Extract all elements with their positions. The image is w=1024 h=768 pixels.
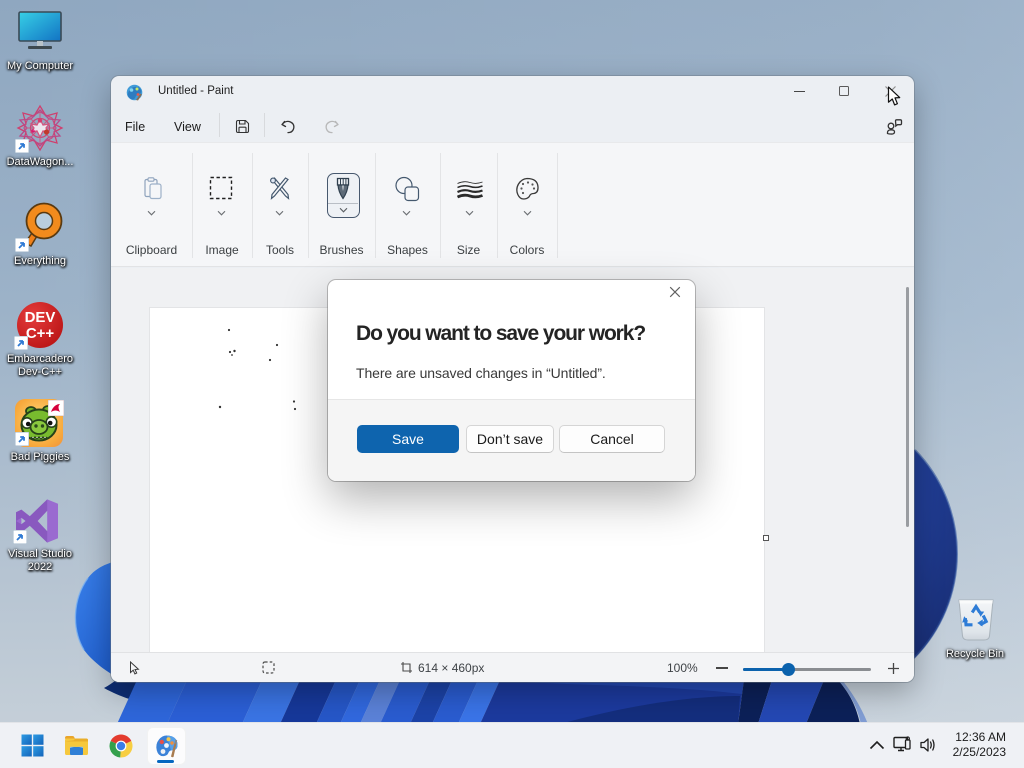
svg-text:DEV: DEV xyxy=(25,309,56,326)
svg-text:C++: C++ xyxy=(26,325,55,342)
